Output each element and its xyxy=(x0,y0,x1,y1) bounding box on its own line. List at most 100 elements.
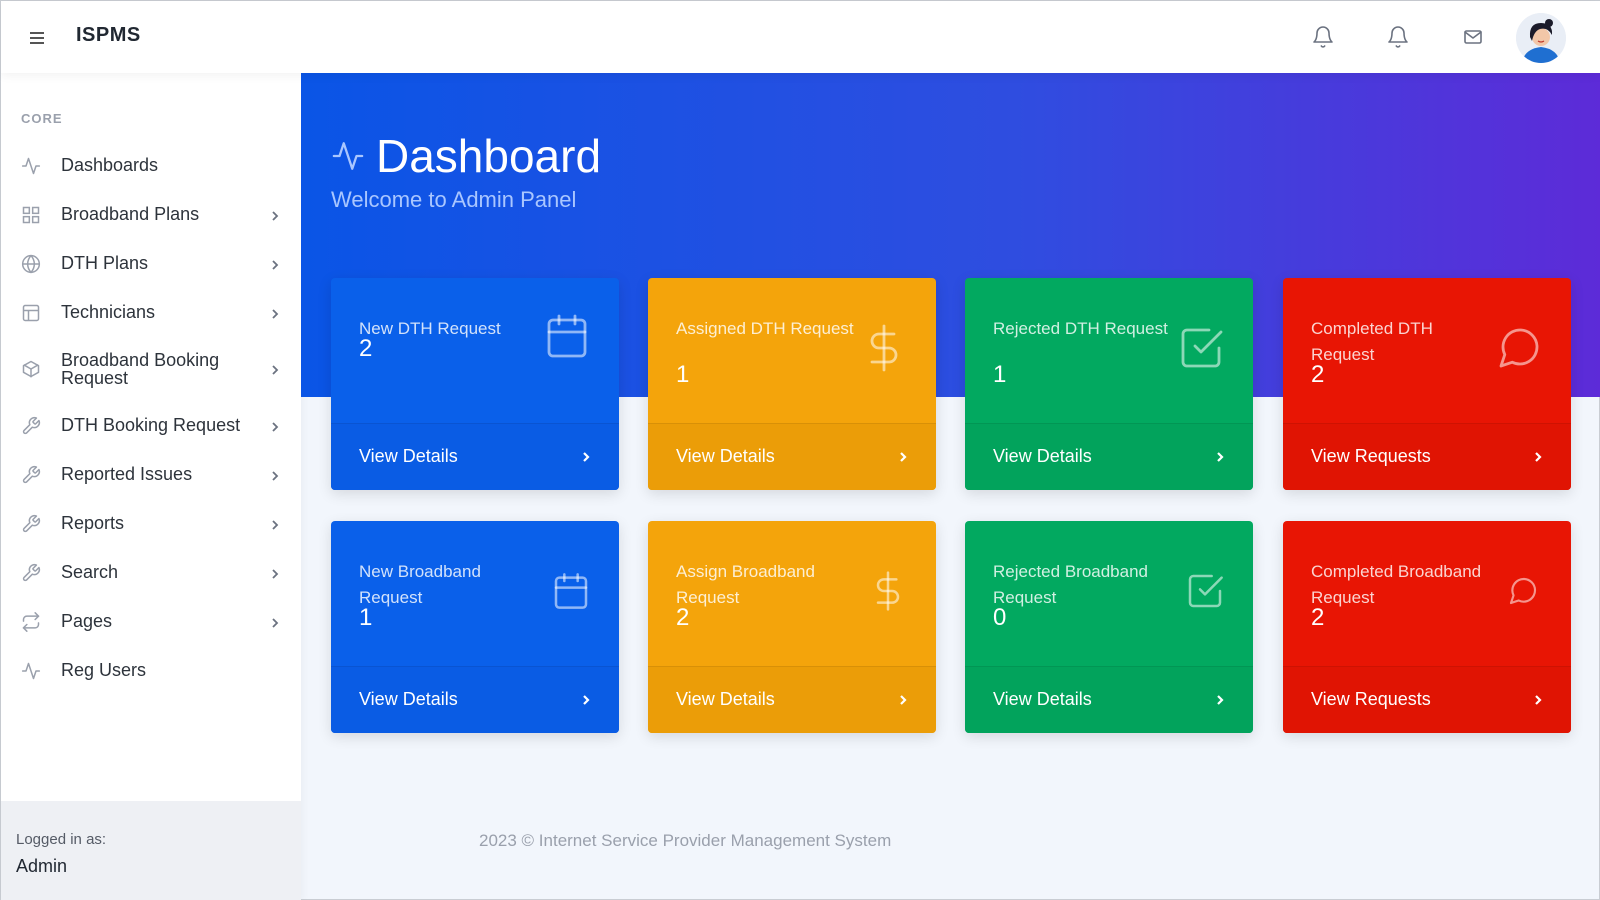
sidebar-item-broadband-booking-request[interactable]: Broadband Booking Request xyxy=(1,345,301,393)
view-details-link[interactable]: View Details xyxy=(331,666,619,733)
stat-card: New DTH Request 2 View Details xyxy=(331,278,619,490)
card-title: Assign Broadband Request xyxy=(676,562,815,607)
view-details-link[interactable]: View Details xyxy=(965,666,1253,733)
card-value: 2 xyxy=(1311,604,1325,631)
chevron-right-icon xyxy=(1531,693,1545,707)
message-circle-icon xyxy=(1495,324,1543,372)
card-title: Rejected Broadband Request xyxy=(993,562,1149,607)
dollar-icon xyxy=(868,571,908,611)
stat-card: Completed DTH Request 2 View Requests xyxy=(1283,278,1571,490)
chevron-right-icon xyxy=(579,450,593,464)
sidebar-item-label: Broadband Plans xyxy=(61,204,200,224)
sidebar-item-reports[interactable]: Reports xyxy=(1,500,301,548)
tool-icon xyxy=(21,514,41,534)
sidebar-item-dashboards[interactable]: Dashboards xyxy=(1,142,301,190)
package-icon xyxy=(21,359,41,379)
chevron-right-icon xyxy=(269,518,281,530)
chevron-right-icon xyxy=(269,616,281,628)
sidebar-item-label: Reports xyxy=(61,513,125,533)
calendar-icon xyxy=(543,312,591,360)
card-link-label: View Requests xyxy=(1311,446,1431,466)
chevron-right-icon xyxy=(269,258,281,270)
chevron-right-icon xyxy=(269,567,281,579)
view-details-link[interactable]: View Details xyxy=(648,666,936,733)
sidebar-item-label: Broadband Booking Request xyxy=(61,350,220,388)
sidebar-item-label: DTH Plans xyxy=(61,253,149,273)
sidebar-item-reported-issues[interactable]: Reported Issues xyxy=(1,451,301,499)
card-link-label: View Details xyxy=(993,446,1092,466)
sidebar-item-dth-plans[interactable]: DTH Plans xyxy=(1,240,301,288)
view-requests-link[interactable]: View Requests xyxy=(1283,666,1571,733)
card-title: New DTH Request xyxy=(359,319,501,338)
sidebar-item-pages[interactable]: Pages xyxy=(1,598,301,646)
chevron-right-icon xyxy=(269,363,281,375)
logged-in-label: Logged in as: xyxy=(16,831,107,848)
mail-icon[interactable] xyxy=(1461,25,1485,49)
card-link-label: View Details xyxy=(359,689,458,709)
chevron-right-icon xyxy=(269,469,281,481)
chevron-right-icon xyxy=(1531,450,1545,464)
sidebar-item-broadband-plans[interactable]: Broadband Plans xyxy=(1,191,301,239)
sidebar-item-dth-booking-request[interactable]: DTH Booking Request xyxy=(1,402,301,450)
sidebar-item-label: Reg Users xyxy=(61,660,147,680)
stat-card: New Broadband Request 1 View Details xyxy=(331,521,619,733)
page-title: Dashboard xyxy=(376,130,602,182)
grid-icon xyxy=(21,205,41,225)
view-details-link[interactable]: View Details xyxy=(648,423,936,490)
card-title: Assigned DTH Request xyxy=(676,319,854,338)
sidebar-footer: Logged in as: Admin xyxy=(1,801,301,900)
check-square-icon xyxy=(1177,324,1225,372)
sidebar-item-label: Pages xyxy=(61,611,113,631)
sidebar-item-technicians[interactable]: Technicians xyxy=(1,289,301,337)
card-link-label: View Details xyxy=(993,689,1092,709)
bell-icon[interactable] xyxy=(1386,25,1410,49)
sidebar-item-label: Reported Issues xyxy=(61,464,193,484)
footer-copyright: 2023 © Internet Service Provider Managem… xyxy=(479,831,892,850)
card-value: 2 xyxy=(359,335,373,362)
card-title: Completed Broadband Request xyxy=(1311,562,1482,607)
calendar-icon xyxy=(551,571,591,611)
card-value: 2 xyxy=(676,604,690,631)
view-requests-link[interactable]: View Requests xyxy=(1283,423,1571,490)
card-link-label: View Details xyxy=(676,446,775,466)
stat-card: Assigned DTH Request 1 View Details xyxy=(648,278,936,490)
brand-title[interactable]: ISPMS xyxy=(76,24,141,47)
chevron-right-icon xyxy=(896,450,910,464)
sidebar: CORE Dashboards Broadband Plans DTH Plan… xyxy=(1,73,301,900)
menu-icon[interactable] xyxy=(27,27,49,47)
sidebar-item-label: DTH Booking Request xyxy=(61,415,241,435)
chevron-right-icon xyxy=(579,693,593,707)
chevron-right-icon xyxy=(896,693,910,707)
sidebar-item-label: Search xyxy=(61,562,119,582)
stat-card: Rejected DTH Request 1 View Details xyxy=(965,278,1253,490)
topbar: ISPMS xyxy=(1,1,1600,73)
tool-icon xyxy=(21,416,41,436)
card-title: New Broadband Request xyxy=(359,562,481,607)
stat-card: Completed Broadband Request 2 View Reque… xyxy=(1283,521,1571,733)
app-window: ISPMS CORE Dashboards Broadband Plans DT… xyxy=(0,0,1600,900)
check-square-icon xyxy=(1185,571,1225,611)
card-value: 1 xyxy=(359,604,373,631)
card-value: 1 xyxy=(993,361,1007,388)
view-details-link[interactable]: View Details xyxy=(331,423,619,490)
dollar-icon xyxy=(860,324,908,372)
activity-icon xyxy=(21,661,41,681)
card-value: 2 xyxy=(1311,361,1325,388)
chevron-right-icon xyxy=(269,209,281,221)
chevron-right-icon xyxy=(1213,450,1227,464)
stat-card: Assign Broadband Request 2 View Details xyxy=(648,521,936,733)
tool-icon xyxy=(21,465,41,485)
sidebar-item-search[interactable]: Search xyxy=(1,549,301,597)
page-subtitle: Welcome to Admin Panel xyxy=(331,187,577,212)
activity-icon xyxy=(21,156,41,176)
sidebar-heading: CORE xyxy=(21,111,63,126)
view-details-link[interactable]: View Details xyxy=(965,423,1253,490)
user-avatar[interactable] xyxy=(1516,13,1566,63)
bell-icon[interactable] xyxy=(1311,25,1335,49)
message-circle-icon xyxy=(1507,575,1539,607)
sidebar-item-label: Dashboards xyxy=(61,155,159,175)
sidebar-item-reg-users[interactable]: Reg Users xyxy=(1,647,301,695)
chevron-right-icon xyxy=(269,420,281,432)
card-link-label: View Requests xyxy=(1311,689,1431,709)
logged-in-user: Admin xyxy=(16,856,68,876)
